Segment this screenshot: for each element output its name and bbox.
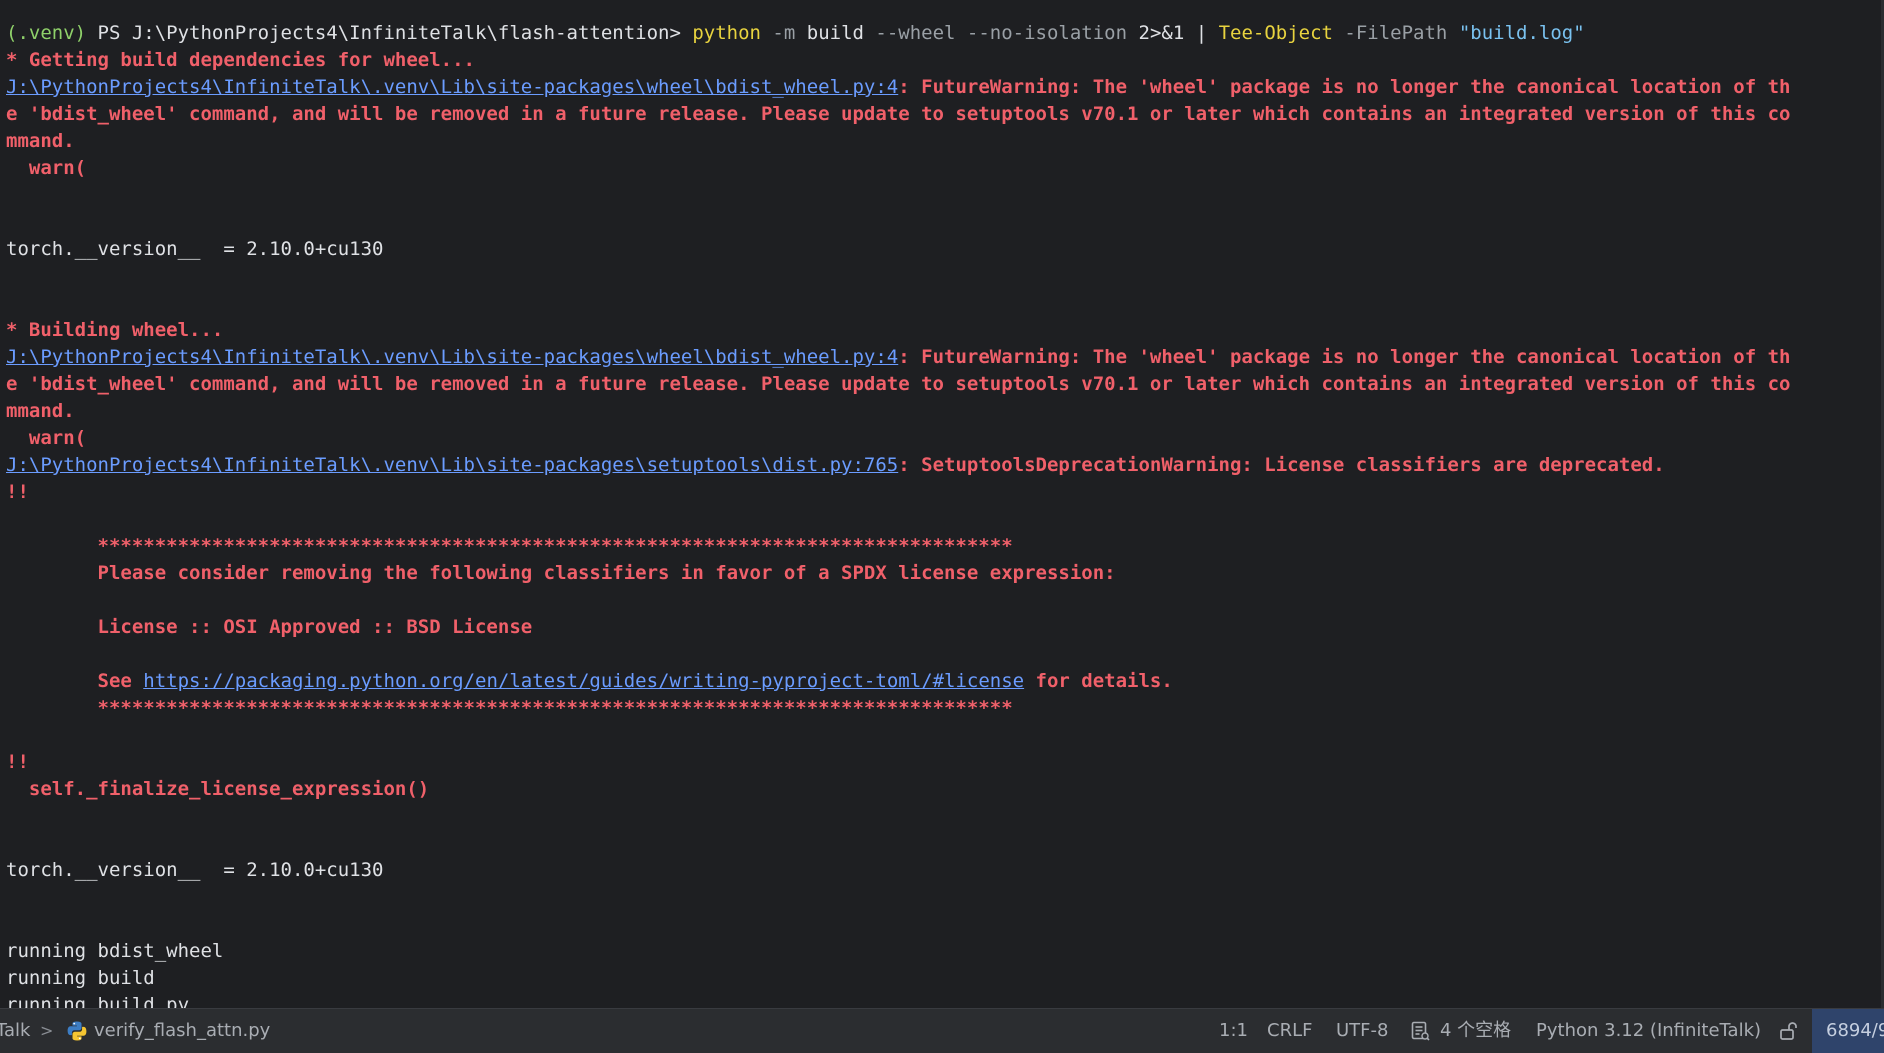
terminal-link[interactable]: J:\PythonProjects4\InfiniteTalk\.venv\Li…	[6, 454, 898, 476]
terminal-line: License :: OSI Approved :: BSD License	[0, 614, 1884, 641]
terminal-line	[0, 0, 1884, 20]
terminal-text: "build.log"	[1458, 22, 1585, 44]
terminal-text: -FilePath	[1332, 22, 1459, 44]
terminal-line: running build_py	[0, 992, 1884, 1008]
terminal-line: torch.__version__ = 2.10.0+cu130	[0, 857, 1884, 884]
unlock-icon[interactable]	[1778, 1020, 1800, 1042]
terminal-text: warn(	[6, 157, 87, 179]
terminal-link[interactable]: https://packaging.python.org/en/latest/g…	[143, 670, 1024, 692]
terminal-line: torch.__version__ = 2.10.0+cu130	[0, 236, 1884, 263]
breadcrumb-file[interactable]: verify_flash_attn.py	[94, 1009, 270, 1053]
breadcrumb-chevron-icon: >	[40, 1021, 54, 1040]
terminal-lines: (.venv) PS J:\PythonProjects4\InfiniteTa…	[0, 0, 1884, 1008]
memory-indicator[interactable]: 6894/9	[1812, 1009, 1884, 1053]
terminal-text: mmand.	[6, 400, 75, 422]
terminal-text: running build	[6, 967, 155, 989]
terminal-text: mmand.	[6, 130, 75, 152]
indent-icon	[1411, 1021, 1430, 1041]
terminal-line: self._finalize_license_expression()	[0, 776, 1884, 803]
terminal-line: mmand.	[0, 398, 1884, 425]
terminal-text: : FutureWarning: The 'wheel' package is …	[898, 346, 1791, 368]
terminal-line: warn(	[0, 155, 1884, 182]
terminal-text: ****************************************…	[6, 535, 1013, 557]
terminal-text: : FutureWarning: The 'wheel' package is …	[898, 76, 1791, 98]
terminal-text: Please consider removing the following c…	[6, 562, 1116, 584]
terminal-line: See https://packaging.python.org/en/late…	[0, 668, 1884, 695]
terminal-text: PS J:\PythonProjects4\InfiniteTalk\flash…	[97, 22, 693, 44]
terminal-output[interactable]: (.venv) PS J:\PythonProjects4\InfiniteTa…	[0, 0, 1884, 1008]
interpreter-selector[interactable]: Python 3.12 (InfiniteTalk)	[1536, 1009, 1761, 1053]
terminal-text: (.venv)	[6, 22, 98, 44]
terminal-line: J:\PythonProjects4\InfiniteTalk\.venv\Li…	[0, 452, 1884, 479]
terminal-text: for details.	[1024, 670, 1173, 692]
terminal-line: J:\PythonProjects4\InfiniteTalk\.venv\Li…	[0, 344, 1884, 371]
python-file-icon	[67, 1021, 87, 1041]
terminal-text: !!	[6, 751, 29, 773]
terminal-line: e 'bdist_wheel' command, and will be rem…	[0, 371, 1884, 398]
terminal-text: Tee-Object	[1218, 22, 1333, 44]
terminal-line: !!	[0, 479, 1884, 506]
terminal-line: Please consider removing the following c…	[0, 560, 1884, 587]
terminal-text: * Getting build dependencies for wheel..…	[6, 49, 475, 71]
terminal-text: -m	[760, 22, 807, 44]
terminal-text: See	[6, 670, 144, 692]
terminal-line: e 'bdist_wheel' command, and will be rem…	[0, 101, 1884, 128]
terminal-line: * Building wheel...	[0, 317, 1884, 344]
terminal-line: mmand.	[0, 128, 1884, 155]
terminal-text: * Building wheel...	[6, 319, 224, 341]
line-ending-selector[interactable]: CRLF	[1267, 1009, 1312, 1053]
terminal-line: ****************************************…	[0, 533, 1884, 560]
encoding-selector[interactable]: UTF-8	[1336, 1009, 1388, 1053]
terminal-line: * Getting build dependencies for wheel..…	[0, 47, 1884, 74]
terminal-text: torch.__version__ = 2.10.0+cu130	[6, 859, 384, 881]
terminal-line: J:\PythonProjects4\InfiniteTalk\.venv\Li…	[0, 74, 1884, 101]
terminal-line: running bdist_wheel	[0, 938, 1884, 965]
terminal-line: (.venv) PS J:\PythonProjects4\InfiniteTa…	[0, 20, 1884, 47]
terminal-line: running build	[0, 965, 1884, 992]
status-bar: Talk > verify_flash_attn.py 1:1 CRLF UTF…	[0, 1008, 1884, 1053]
terminal-text: e 'bdist_wheel' command, and will be rem…	[6, 103, 1791, 125]
terminal-line: warn(	[0, 425, 1884, 452]
terminal-text: : SetuptoolsDeprecationWarning: License …	[898, 454, 1665, 476]
terminal-text: torch.__version__ = 2.10.0+cu130	[6, 238, 384, 260]
terminal-line: ****************************************…	[0, 695, 1884, 722]
terminal-text: License :: OSI Approved :: BSD License	[6, 616, 533, 638]
caret-position[interactable]: 1:1	[1219, 1009, 1248, 1053]
breadcrumb-project[interactable]: Talk	[0, 1009, 30, 1053]
terminal-text: self._finalize_license_expression()	[6, 778, 430, 800]
terminal-link[interactable]: J:\PythonProjects4\InfiniteTalk\.venv\Li…	[6, 346, 898, 368]
terminal-text: --wheel --no-isolation	[863, 22, 1139, 44]
terminal-text: warn(	[6, 427, 87, 449]
terminal-text: build	[806, 22, 864, 44]
terminal-line: !!	[0, 749, 1884, 776]
terminal-text: ****************************************…	[6, 697, 1013, 719]
terminal-text: e 'bdist_wheel' command, and will be rem…	[6, 373, 1791, 395]
terminal-text: !!	[6, 481, 29, 503]
terminal-text: running build_py	[6, 994, 190, 1008]
terminal-link[interactable]: J:\PythonProjects4\InfiniteTalk\.venv\Li…	[6, 76, 898, 98]
terminal-text: 2>&1 |	[1138, 22, 1219, 44]
terminal-text: python	[692, 22, 761, 44]
indent-selector[interactable]: 4 个空格	[1440, 1009, 1511, 1053]
terminal-text: running bdist_wheel	[6, 940, 224, 962]
